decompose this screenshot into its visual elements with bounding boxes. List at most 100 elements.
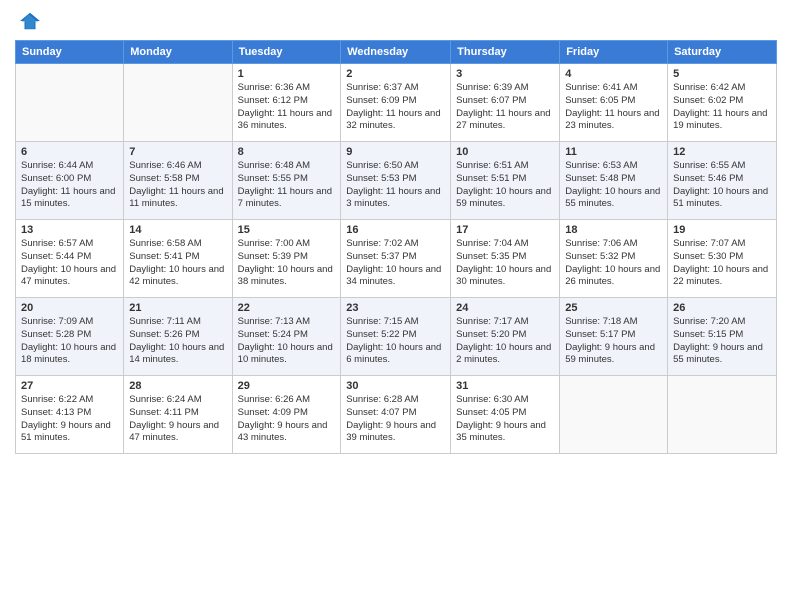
day-number: 29: [238, 380, 336, 392]
day-number: 8: [238, 146, 336, 158]
calendar-cell: 31 Sunrise: 6:30 AM Sunset: 4:05 PM Dayli…: [451, 376, 560, 454]
calendar-cell: [668, 376, 777, 454]
day-info: Sunrise: 6:51 AM Sunset: 5:51 PM Dayligh…: [456, 160, 554, 211]
day-info: Sunrise: 7:17 AM Sunset: 5:20 PM Dayligh…: [456, 316, 554, 367]
calendar-table: SundayMondayTuesdayWednesdayThursdayFrid…: [15, 40, 777, 454]
calendar-cell: 3 Sunrise: 6:39 AM Sunset: 6:07 PM Daylig…: [451, 64, 560, 142]
calendar-cell: 7 Sunrise: 6:46 AM Sunset: 5:58 PM Daylig…: [124, 142, 232, 220]
day-number: 31: [456, 380, 554, 392]
day-number: 24: [456, 302, 554, 314]
calendar-week-row: 1 Sunrise: 6:36 AM Sunset: 6:12 PM Daylig…: [16, 64, 777, 142]
day-info: Sunrise: 6:41 AM Sunset: 6:05 PM Dayligh…: [565, 82, 662, 133]
day-number: 21: [129, 302, 226, 314]
day-number: 7: [129, 146, 226, 158]
day-info: Sunrise: 6:24 AM Sunset: 4:11 PM Dayligh…: [129, 394, 226, 445]
calendar-cell: 17 Sunrise: 7:04 AM Sunset: 5:35 PM Dayli…: [451, 220, 560, 298]
calendar-week-row: 6 Sunrise: 6:44 AM Sunset: 6:00 PM Daylig…: [16, 142, 777, 220]
calendar-cell: 21 Sunrise: 7:11 AM Sunset: 5:26 PM Dayli…: [124, 298, 232, 376]
day-info: Sunrise: 6:44 AM Sunset: 6:00 PM Dayligh…: [21, 160, 118, 211]
calendar-cell: 6 Sunrise: 6:44 AM Sunset: 6:00 PM Daylig…: [16, 142, 124, 220]
day-number: 17: [456, 224, 554, 236]
calendar-cell: 26 Sunrise: 7:20 AM Sunset: 5:15 PM Dayli…: [668, 298, 777, 376]
day-number: 20: [21, 302, 118, 314]
calendar-cell: 22 Sunrise: 7:13 AM Sunset: 5:24 PM Dayli…: [232, 298, 341, 376]
day-info: Sunrise: 6:37 AM Sunset: 6:09 PM Dayligh…: [346, 82, 445, 133]
calendar-cell: 8 Sunrise: 6:48 AM Sunset: 5:55 PM Daylig…: [232, 142, 341, 220]
day-info: Sunrise: 6:36 AM Sunset: 6:12 PM Dayligh…: [238, 82, 336, 133]
day-info: Sunrise: 6:42 AM Sunset: 6:02 PM Dayligh…: [673, 82, 771, 133]
day-info: Sunrise: 7:15 AM Sunset: 5:22 PM Dayligh…: [346, 316, 445, 367]
calendar-cell: 28 Sunrise: 6:24 AM Sunset: 4:11 PM Dayli…: [124, 376, 232, 454]
calendar-cell: [124, 64, 232, 142]
day-info: Sunrise: 6:48 AM Sunset: 5:55 PM Dayligh…: [238, 160, 336, 211]
day-number: 16: [346, 224, 445, 236]
day-info: Sunrise: 7:13 AM Sunset: 5:24 PM Dayligh…: [238, 316, 336, 367]
day-number: 27: [21, 380, 118, 392]
day-number: 2: [346, 68, 445, 80]
day-number: 28: [129, 380, 226, 392]
calendar-cell: 15Sunrise: 7:00 AM Sunset: 5:39 PM Dayli…: [232, 220, 341, 298]
calendar-cell: 29Sunrise: 6:26 AM Sunset: 4:09 PM Dayli…: [232, 376, 341, 454]
day-info: Sunrise: 6:30 AM Sunset: 4:05 PM Dayligh…: [456, 394, 554, 445]
calendar-cell: 19Sunrise: 7:07 AM Sunset: 5:30 PM Dayli…: [668, 220, 777, 298]
day-info: Sunrise: 6:50 AM Sunset: 5:53 PM Dayligh…: [346, 160, 445, 211]
day-number: 11: [565, 146, 662, 158]
day-info: Sunrise: 6:53 AM Sunset: 5:48 PM Dayligh…: [565, 160, 662, 211]
day-info: Sunrise: 7:06 AM Sunset: 5:32 PM Dayligh…: [565, 238, 662, 289]
header: [15, 10, 777, 32]
day-number: 22: [238, 302, 336, 314]
calendar-cell: 27Sunrise: 6:22 AM Sunset: 4:13 PM Dayli…: [16, 376, 124, 454]
day-info: Sunrise: 7:00 AM Sunset: 5:39 PM Dayligh…: [238, 238, 336, 289]
day-number: 5: [673, 68, 771, 80]
calendar-cell: 14 Sunrise: 6:58 AM Sunset: 5:41 PM Dayli…: [124, 220, 232, 298]
calendar-cell: 20 Sunrise: 7:09 AM Sunset: 5:28 PM Dayli…: [16, 298, 124, 376]
calendar-cell: 25 Sunrise: 7:18 AM Sunset: 5:17 PM Dayli…: [560, 298, 668, 376]
day-info: Sunrise: 7:04 AM Sunset: 5:35 PM Dayligh…: [456, 238, 554, 289]
day-number: 4: [565, 68, 662, 80]
calendar-cell: 10 Sunrise: 6:51 AM Sunset: 5:51 PM Dayli…: [451, 142, 560, 220]
day-number: 18: [565, 224, 662, 236]
day-info: Sunrise: 6:57 AM Sunset: 5:44 PM Dayligh…: [21, 238, 118, 289]
calendar-week-row: 13 Sunrise: 6:57 AM Sunset: 5:44 PM Dayli…: [16, 220, 777, 298]
day-number: 25: [565, 302, 662, 314]
day-info: Sunrise: 6:46 AM Sunset: 5:58 PM Dayligh…: [129, 160, 226, 211]
day-number: 12: [673, 146, 771, 158]
calendar-day-header: Saturday: [668, 41, 777, 64]
day-number: 3: [456, 68, 554, 80]
calendar-cell: 4 Sunrise: 6:41 AM Sunset: 6:05 PM Daylig…: [560, 64, 668, 142]
day-number: 23: [346, 302, 445, 314]
day-number: 6: [21, 146, 118, 158]
day-number: 26: [673, 302, 771, 314]
calendar-cell: 11 Sunrise: 6:53 AM Sunset: 5:48 PM Dayli…: [560, 142, 668, 220]
calendar-cell: 24 Sunrise: 7:17 AM Sunset: 5:20 PM Dayli…: [451, 298, 560, 376]
calendar-cell: [16, 64, 124, 142]
day-number: 9: [346, 146, 445, 158]
day-info: Sunrise: 7:18 AM Sunset: 5:17 PM Dayligh…: [565, 316, 662, 367]
calendar-cell: 12 Sunrise: 6:55 AM Sunset: 5:46 PM Dayli…: [668, 142, 777, 220]
calendar-cell: 2 Sunrise: 6:37 AM Sunset: 6:09 PM Daylig…: [341, 64, 451, 142]
day-number: 14: [129, 224, 226, 236]
calendar-day-header: Tuesday: [232, 41, 341, 64]
calendar-cell: 18 Sunrise: 7:06 AM Sunset: 5:32 PM Dayli…: [560, 220, 668, 298]
day-info: Sunrise: 7:20 AM Sunset: 5:15 PM Dayligh…: [673, 316, 771, 367]
day-number: 10: [456, 146, 554, 158]
calendar-cell: [560, 376, 668, 454]
day-info: Sunrise: 7:09 AM Sunset: 5:28 PM Dayligh…: [21, 316, 118, 367]
calendar-day-header: Sunday: [16, 41, 124, 64]
calendar-cell: 1 Sunrise: 6:36 AM Sunset: 6:12 PM Daylig…: [232, 64, 341, 142]
day-number: 1: [238, 68, 336, 80]
day-number: 13: [21, 224, 118, 236]
calendar-day-header: Friday: [560, 41, 668, 64]
calendar-day-header: Thursday: [451, 41, 560, 64]
calendar-cell: 16 Sunrise: 7:02 AM Sunset: 5:37 PM Dayli…: [341, 220, 451, 298]
day-info: Sunrise: 6:39 AM Sunset: 6:07 PM Dayligh…: [456, 82, 554, 133]
day-info: Sunrise: 6:55 AM Sunset: 5:46 PM Dayligh…: [673, 160, 771, 211]
calendar-week-row: 27Sunrise: 6:22 AM Sunset: 4:13 PM Dayli…: [16, 376, 777, 454]
calendar-header-row: SundayMondayTuesdayWednesdayThursdayFrid…: [16, 41, 777, 64]
day-info: Sunrise: 6:58 AM Sunset: 5:41 PM Dayligh…: [129, 238, 226, 289]
day-info: Sunrise: 7:02 AM Sunset: 5:37 PM Dayligh…: [346, 238, 445, 289]
day-info: Sunrise: 6:28 AM Sunset: 4:07 PM Dayligh…: [346, 394, 445, 445]
calendar-day-header: Monday: [124, 41, 232, 64]
day-info: Sunrise: 7:11 AM Sunset: 5:26 PM Dayligh…: [129, 316, 226, 367]
calendar-cell: 13 Sunrise: 6:57 AM Sunset: 5:44 PM Dayli…: [16, 220, 124, 298]
